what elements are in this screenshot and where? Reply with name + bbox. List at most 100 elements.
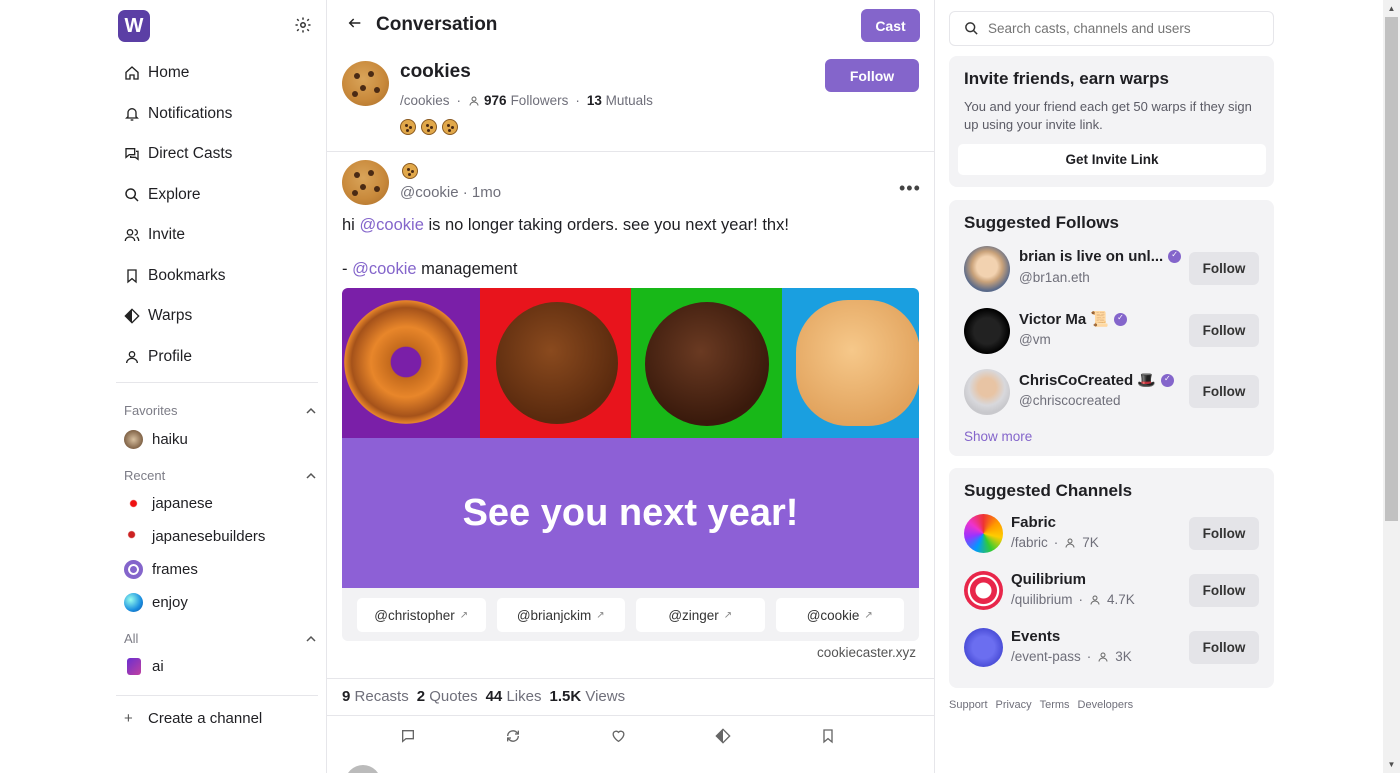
user-avatar[interactable]	[964, 246, 1010, 292]
likes-stat[interactable]: 44 Likes	[486, 688, 542, 705]
warp-icon[interactable]	[715, 728, 733, 746]
nav-profile[interactable]: Profile	[116, 337, 326, 378]
nav-label: Notifications	[148, 104, 233, 122]
cast-button[interactable]: Cast	[861, 9, 920, 42]
users-icon	[124, 227, 140, 243]
suggested-user-row: Victor Ma 📜 @vm Follow	[964, 308, 1259, 354]
reply-icon[interactable]	[400, 728, 418, 746]
follow-channel-button[interactable]: Follow	[1189, 517, 1259, 550]
scroll-up-arrow-icon[interactable]: ▲	[1387, 4, 1396, 13]
user-icon	[1090, 595, 1100, 605]
channel-name[interactable]: Fabric	[1011, 514, 1056, 531]
footer-link-privacy[interactable]: Privacy	[996, 699, 1032, 711]
frame-banner[interactable]: See you next year!	[342, 438, 919, 588]
mutuals-stat[interactable]: 13 Mutuals	[587, 93, 653, 108]
quotes-stat[interactable]: 2 Quotes	[417, 688, 478, 705]
frame-button-brianjckim[interactable]: @brianjckim ↗	[496, 598, 625, 632]
recent-header[interactable]: Recent	[124, 468, 316, 483]
post-handle[interactable]: @cookie · 1mo	[400, 184, 501, 201]
channel-meta: /cookies · 976 Followers · 13 Mutuals	[400, 93, 653, 108]
footer-link-developers[interactable]: Developers	[1078, 699, 1134, 711]
user-name[interactable]: ChrisCoCreated 🎩	[1019, 371, 1175, 389]
favorites-header[interactable]: Favorites	[124, 403, 316, 418]
follow-channel-button[interactable]: Follow	[1189, 574, 1259, 607]
events-channel-avatar[interactable]	[964, 628, 1003, 667]
frames-avatar	[124, 559, 143, 579]
fabric-channel-avatar[interactable]	[964, 514, 1003, 553]
follow-channel-button[interactable]: Follow	[1189, 631, 1259, 664]
verified-badge-icon	[1161, 373, 1175, 387]
quilibrium-channel-avatar[interactable]	[964, 571, 1003, 610]
channel-name[interactable]: Events	[1011, 628, 1060, 645]
frame-button-cookie[interactable]: @cookie ↗	[775, 598, 904, 632]
samoa-cookie-image	[344, 300, 468, 424]
footer-link-support[interactable]: Support	[949, 699, 988, 711]
footer-link-terms[interactable]: Terms	[1040, 699, 1070, 711]
frame-button-christopher[interactable]: @christopher ↗	[357, 598, 486, 632]
verified-badge-icon	[1114, 312, 1128, 326]
japanesebuilders-avatar	[124, 526, 143, 546]
follow-channel-button[interactable]: Follow	[825, 59, 919, 92]
mention-link[interactable]: @cookie	[359, 216, 423, 234]
invite-description: You and your friend each get 50 warps if…	[964, 99, 1252, 132]
divider	[116, 382, 318, 383]
recasts-stat[interactable]: 9 Recasts	[342, 688, 409, 705]
heart-icon[interactable]	[610, 728, 628, 746]
scroll-down-arrow-icon[interactable]: ▼	[1387, 760, 1396, 769]
search-box[interactable]	[949, 11, 1274, 46]
channel-sub: /quilibrium · 4.7K	[1011, 592, 1135, 607]
follow-user-button[interactable]: Follow	[1189, 314, 1259, 347]
bookmark-icon[interactable]	[820, 728, 838, 746]
more-options-icon[interactable]: •••	[899, 178, 921, 199]
scrollbar-thumb[interactable]	[1385, 17, 1398, 521]
japanese-avatar	[124, 493, 143, 513]
user-avatar[interactable]	[964, 369, 1010, 415]
back-arrow-icon[interactable]	[347, 15, 363, 36]
channel-item-frames[interactable]: frames	[124, 557, 198, 581]
follow-user-button[interactable]: Follow	[1189, 375, 1259, 408]
frame-domain[interactable]: cookiecaster.xyz	[817, 645, 916, 660]
mention-link[interactable]: @cookie	[352, 260, 416, 278]
nav-bookmarks[interactable]: Bookmarks	[116, 256, 326, 297]
channel-avatar[interactable]	[342, 61, 389, 106]
warp-icon	[124, 308, 140, 324]
follow-user-button[interactable]: Follow	[1189, 252, 1259, 285]
nav-explore[interactable]: Explore	[116, 175, 326, 216]
suggested-channel-row: Events /event-pass · 3K Follow	[964, 628, 1259, 668]
user-name[interactable]: Victor Ma 📜	[1019, 310, 1128, 328]
all-header[interactable]: All	[124, 631, 316, 646]
post-author-avatar[interactable]	[342, 160, 389, 205]
followers-stat[interactable]: 976 Followers	[468, 93, 568, 108]
recast-icon[interactable]	[505, 728, 523, 746]
bell-icon	[124, 106, 140, 122]
channel-item-ai[interactable]: ai	[124, 654, 164, 678]
views-stat: 1.5K Views	[549, 688, 626, 705]
trefoil-cookie-image	[796, 300, 919, 426]
get-invite-link-button[interactable]: Get Invite Link	[958, 144, 1266, 175]
channel-item-japanese[interactable]: japanese	[124, 491, 213, 515]
nav-warps[interactable]: Warps	[116, 296, 326, 337]
nav-direct-casts[interactable]: Direct Casts	[116, 134, 326, 175]
page-scrollbar[interactable]: ▲ ▼	[1383, 0, 1400, 773]
footer-links: Support Privacy Terms Developers	[949, 699, 1133, 711]
search-input[interactable]	[988, 21, 1248, 36]
nav-label: Explore	[148, 185, 201, 203]
suggested-channel-row: Fabric /fabric · 7K Follow	[964, 514, 1259, 554]
channel-item-haiku[interactable]: haiku	[124, 427, 188, 451]
nav-home[interactable]: Home	[116, 53, 326, 94]
user-name[interactable]: brian is live on unl...	[1019, 248, 1182, 265]
nav-notifications[interactable]: Notifications	[116, 94, 326, 135]
gear-icon[interactable]	[293, 16, 313, 36]
warpcast-logo[interactable]: W	[118, 10, 150, 42]
show-more-link[interactable]: Show more	[964, 429, 1032, 444]
nav-invite[interactable]: Invite	[116, 215, 326, 256]
channel-name[interactable]: Quilibrium	[1011, 571, 1086, 588]
create-channel-button[interactable]: + Create a channel	[124, 710, 262, 727]
user-avatar[interactable]	[964, 308, 1010, 354]
channel-item-enjoy[interactable]: enjoy	[124, 590, 188, 614]
suggested-user-row: brian is live on unl... @br1an.eth Follo…	[964, 246, 1259, 292]
frame-button-zinger[interactable]: @zinger ↗	[636, 598, 765, 632]
channel-item-japanesebuilders[interactable]: japanesebuilders	[124, 524, 265, 548]
frame-image[interactable]	[342, 288, 919, 438]
channel-name[interactable]: cookies	[400, 61, 471, 83]
